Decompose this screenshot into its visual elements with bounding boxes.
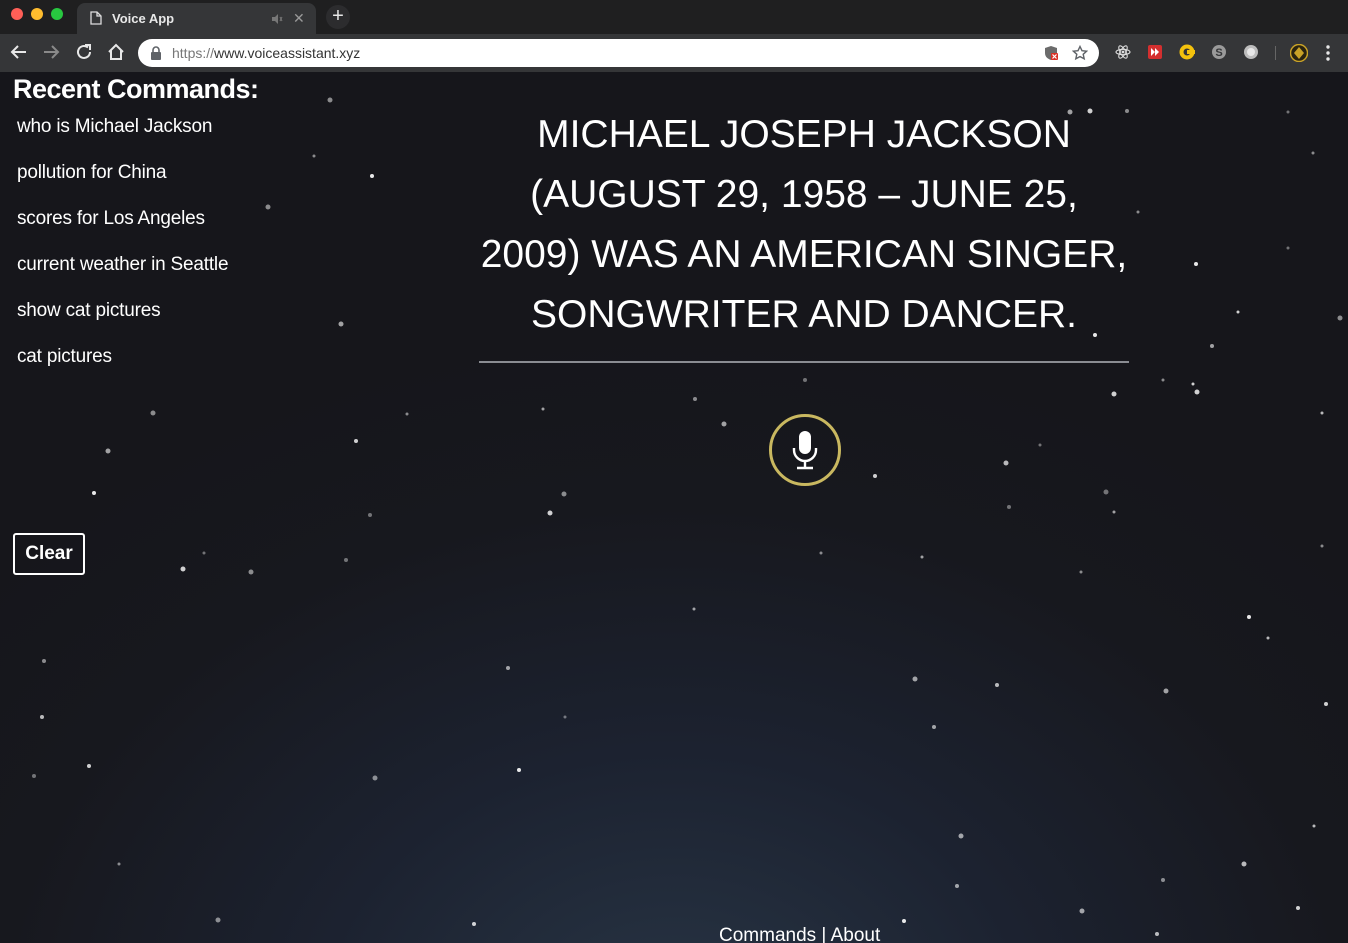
- recent-command-item[interactable]: cat pictures: [17, 346, 228, 392]
- home-icon[interactable]: [107, 43, 125, 66]
- browser-toolbar: https://www.voiceassistant.xyz S: [0, 34, 1348, 72]
- more-menu-icon[interactable]: [1325, 45, 1331, 66]
- about-link[interactable]: About: [831, 925, 881, 943]
- coupon-extension-icon[interactable]: [1179, 44, 1195, 60]
- commands-link[interactable]: Commands: [719, 925, 816, 943]
- zoom-window-button[interactable]: [51, 8, 63, 20]
- minimize-window-button[interactable]: [31, 8, 43, 20]
- recent-command-item[interactable]: pollution for China: [17, 162, 228, 208]
- back-arrow-icon[interactable]: [10, 43, 28, 66]
- recent-command-item[interactable]: show cat pictures: [17, 300, 228, 346]
- circle-extension-icon[interactable]: [1243, 44, 1259, 60]
- blocked-content-icon[interactable]: [1043, 45, 1059, 66]
- recent-command-item[interactable]: current weather in Seattle: [17, 254, 229, 300]
- footer-separator: |: [816, 925, 831, 943]
- clear-button[interactable]: Clear: [13, 533, 85, 575]
- active-tab[interactable]: Voice App ✕: [77, 3, 316, 34]
- bookmark-star-icon[interactable]: [1071, 44, 1089, 66]
- recent-command-item[interactable]: who is Michael Jackson: [17, 116, 228, 162]
- url-text[interactable]: https://www.voiceassistant.xyz: [172, 45, 360, 61]
- profile-avatar-icon[interactable]: [1289, 43, 1309, 63]
- media-extension-icon[interactable]: [1147, 44, 1163, 60]
- answer-divider: [479, 361, 1129, 363]
- tab-strip: Voice App ✕ +: [0, 0, 1348, 34]
- footer-links: Commands | About: [719, 925, 880, 943]
- svg-text:S: S: [1215, 47, 1222, 59]
- tab-close-icon[interactable]: ✕: [293, 11, 305, 25]
- tab-title: Voice App: [112, 11, 175, 26]
- lock-icon[interactable]: [150, 46, 162, 65]
- recent-commands-title: Recent Commands:: [13, 74, 259, 104]
- recent-command-item[interactable]: scores for Los Angeles: [17, 208, 228, 254]
- new-tab-button[interactable]: +: [326, 5, 350, 29]
- address-bar[interactable]: https://www.voiceassistant.xyz: [138, 39, 1099, 67]
- microphone-button[interactable]: [769, 414, 841, 486]
- assistant-answer-text: MICHAEL JOSEPH JACKSON (AUGUST 29, 1958 …: [480, 113, 1128, 336]
- react-devtools-icon[interactable]: [1115, 44, 1131, 60]
- speaker-muted-icon[interactable]: [271, 12, 283, 30]
- page-icon: [90, 11, 102, 30]
- voice-app-page: Recent Commands: who is Michael Jackson …: [0, 72, 1348, 943]
- microphone-icon: [791, 430, 819, 475]
- toolbar-separator: [1275, 46, 1276, 60]
- close-window-button[interactable]: [11, 8, 23, 20]
- recent-commands-list: who is Michael Jackson pollution for Chi…: [17, 116, 229, 392]
- url-host: www.voiceassistant.xyz: [214, 45, 361, 61]
- forward-arrow-icon[interactable]: [42, 43, 60, 66]
- skype-extension-icon[interactable]: S: [1211, 44, 1227, 60]
- url-scheme: https://: [172, 45, 215, 61]
- reload-icon[interactable]: [75, 43, 93, 66]
